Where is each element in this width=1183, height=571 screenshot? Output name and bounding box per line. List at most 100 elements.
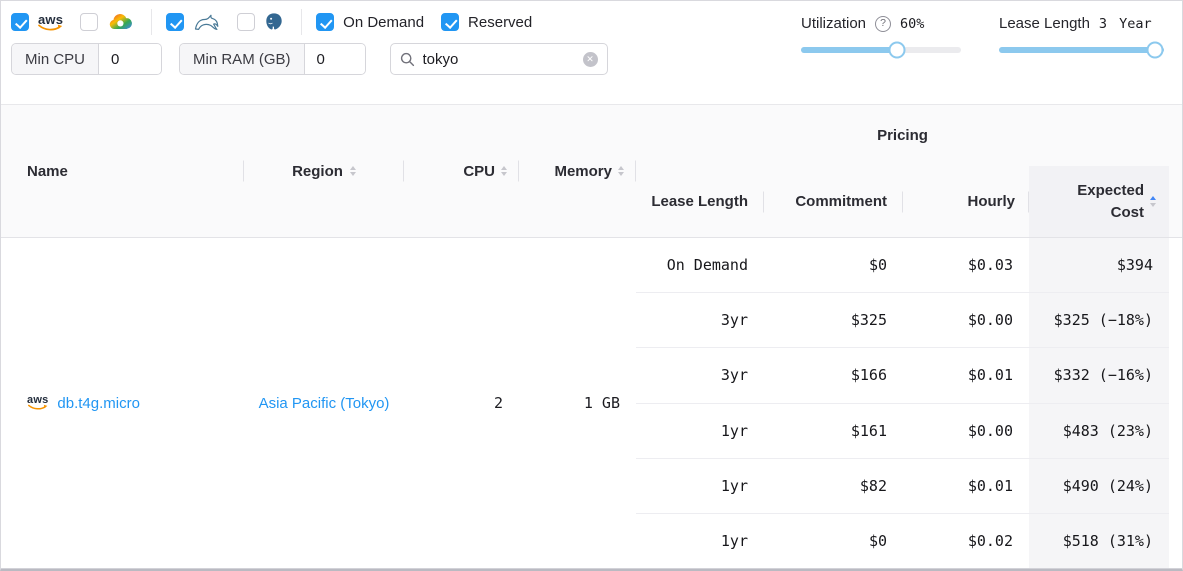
table-header: Name Region CPU Memory Pricing Lease Len…: [1, 104, 1182, 238]
aws-checkbox[interactable]: [11, 13, 29, 31]
filters-left: aws: [11, 12, 608, 75]
region-cell: Asia Pacific (Tokyo): [244, 238, 404, 568]
lease-length-slider-thumb[interactable]: [1147, 42, 1164, 59]
commitment-value: $82: [764, 459, 903, 513]
reserved-filter: Reserved: [441, 13, 532, 31]
hourly-value: $0.01: [903, 459, 1029, 513]
pricing-row: 3yr $325 $0.00 $325 (−18%): [636, 292, 1169, 347]
clear-search-icon[interactable]: ✕: [583, 52, 598, 67]
hourly-value: $0.00: [903, 293, 1029, 347]
pricing-row: 1yr $0 $0.02 $518 (31%): [636, 513, 1169, 568]
expected-cost-value: $490 (24%): [1029, 459, 1169, 513]
commitment-value: $325: [764, 293, 903, 347]
search-box: ✕: [390, 43, 608, 75]
hourly-value: $0.02: [903, 514, 1029, 568]
search-input[interactable]: [423, 51, 575, 68]
sort-ascending-icon: [1150, 196, 1156, 207]
hourly-value: $0.01: [903, 348, 1029, 402]
slider-fill: [999, 47, 1164, 53]
filter-divider: [151, 9, 152, 35]
app-window: aws: [0, 0, 1183, 571]
sort-icon: [618, 166, 624, 177]
pricing-rows: On Demand $0 $0.03 $394 3yr $325 $0.00 $…: [636, 238, 1169, 568]
instance-name-cell: aws db.t4g.micro: [11, 238, 244, 568]
search-icon: [400, 52, 415, 67]
lease-value: On Demand: [636, 238, 764, 292]
hourly-value: $0.03: [903, 238, 1029, 292]
mysql-checkbox[interactable]: [166, 13, 184, 31]
postgresql-checkbox[interactable]: [237, 13, 255, 31]
expected-cost-header-label: Expected Cost: [1070, 180, 1144, 224]
pricing-row: On Demand $0 $0.03 $394: [636, 238, 1169, 292]
filter-bar: aws: [1, 1, 1182, 104]
cpu-cell: 2: [404, 238, 519, 568]
hourly-value: $0.00: [903, 404, 1029, 458]
postgresql-filter: [237, 12, 284, 32]
postgresql-icon: [264, 12, 284, 32]
column-header-hourly: Hourly: [903, 166, 1029, 237]
lease-length-label: Lease Length: [999, 15, 1090, 32]
aws-icon: aws: [38, 13, 63, 32]
memory-header-label: Memory: [554, 163, 612, 180]
commitment-value: $161: [764, 404, 903, 458]
min-ram-label: Min RAM (GB): [180, 44, 305, 74]
column-header-name: Name: [11, 105, 244, 237]
reserved-checkbox[interactable]: [441, 13, 459, 31]
on-demand-checkbox[interactable]: [316, 13, 334, 31]
column-header-commitment: Commitment: [764, 166, 903, 237]
column-header-memory[interactable]: Memory: [519, 105, 636, 237]
sort-icon: [501, 166, 507, 177]
commitment-value: $0: [764, 238, 903, 292]
column-header-expected-cost[interactable]: Expected Cost: [1029, 166, 1169, 237]
utilization-label: Utilization: [801, 15, 866, 32]
region-header-label: Region: [292, 163, 343, 180]
sort-icon: [350, 166, 356, 177]
pricing-group-header: Pricing: [636, 105, 1169, 166]
min-cpu-group: Min CPU: [11, 43, 162, 75]
utilization-slider[interactable]: [801, 47, 961, 53]
provider-engine-filters: aws: [11, 12, 608, 32]
commitment-value: $0: [764, 514, 903, 568]
expected-cost-value: $518 (31%): [1029, 514, 1169, 568]
aws-icon: aws: [27, 395, 48, 411]
column-header-region[interactable]: Region: [244, 105, 404, 237]
column-header-cpu[interactable]: CPU: [404, 105, 519, 237]
lease-value: 3yr: [636, 293, 764, 347]
pricing-row: 3yr $166 $0.01 $332 (−16%): [636, 347, 1169, 402]
min-ram-group: Min RAM (GB): [179, 43, 366, 75]
memory-cell: 1 GB: [519, 238, 636, 568]
utilization-control: Utilization ? 60%: [801, 15, 961, 53]
filter-divider: [301, 9, 302, 35]
expected-cost-value: $483 (23%): [1029, 404, 1169, 458]
mysql-filter: [166, 13, 220, 32]
lease-length-control: Lease Length 3 Year: [999, 15, 1164, 53]
min-ram-input[interactable]: [305, 44, 365, 74]
instance-name-link[interactable]: db.t4g.micro: [57, 395, 140, 412]
on-demand-filter: On Demand: [316, 13, 424, 31]
utilization-value: 60%: [900, 16, 924, 32]
pricing-row: 1yr $82 $0.01 $490 (24%): [636, 458, 1169, 513]
commitment-value: $166: [764, 348, 903, 402]
numeric-filters: Min CPU Min RAM (GB) ✕: [11, 43, 608, 75]
region-link[interactable]: Asia Pacific (Tokyo): [259, 395, 390, 412]
lease-value: 3yr: [636, 348, 764, 402]
mysql-icon: [193, 13, 220, 32]
google-cloud-icon: [107, 12, 134, 32]
google-cloud-filter: [80, 12, 134, 32]
utilization-slider-thumb[interactable]: [889, 42, 906, 59]
expected-cost-value: $325 (−18%): [1029, 293, 1169, 347]
expected-cost-value: $394: [1029, 238, 1169, 292]
min-cpu-input[interactable]: [99, 44, 161, 74]
sliders: Utilization ? 60% Lease Length 3 Year: [801, 12, 1164, 53]
slider-fill: [801, 47, 897, 53]
table-body: aws db.t4g.micro Asia Pacific (Tokyo) 2 …: [1, 238, 1182, 569]
lease-length-value: 3 Year: [1099, 16, 1152, 32]
reserved-label: Reserved: [468, 14, 532, 31]
min-cpu-label: Min CPU: [12, 44, 99, 74]
lease-value: 1yr: [636, 514, 764, 568]
lease-length-slider[interactable]: [999, 47, 1164, 53]
help-icon[interactable]: ?: [875, 16, 891, 32]
aws-filter: aws: [11, 13, 63, 32]
google-cloud-checkbox[interactable]: [80, 13, 98, 31]
expected-cost-value: $332 (−16%): [1029, 348, 1169, 402]
